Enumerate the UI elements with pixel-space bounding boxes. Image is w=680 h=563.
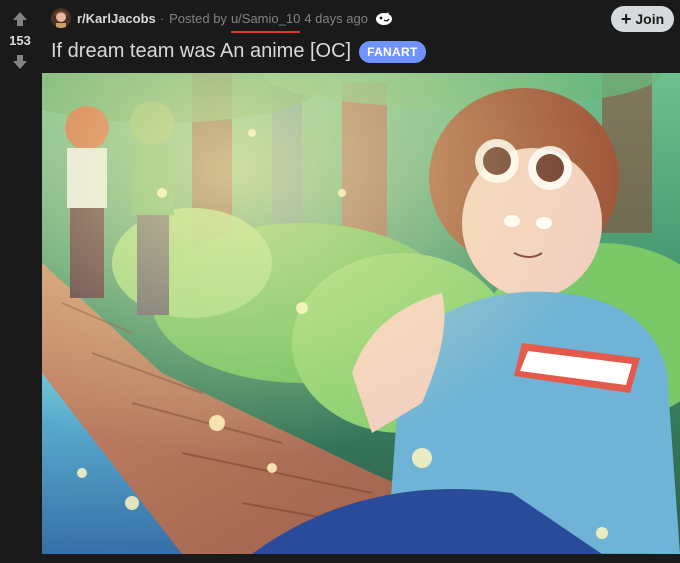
post-flair[interactable]: FANART bbox=[359, 40, 426, 63]
username-link[interactable]: u/Samio_10 bbox=[230, 11, 301, 33]
post-time: 4 days ago bbox=[304, 10, 368, 26]
vote-count: 153 bbox=[9, 33, 31, 48]
downvote-icon[interactable] bbox=[12, 54, 28, 70]
meta-separator: · bbox=[159, 10, 165, 26]
post-meta: r/KarlJacobs · Posted by u/Samio_10 4 da… bbox=[51, 7, 393, 33]
plus-icon: + bbox=[620, 9, 632, 29]
join-button-label: Join bbox=[635, 11, 665, 27]
subreddit-avatar-icon[interactable] bbox=[51, 8, 71, 28]
post-title-row: If dream team was An anime [OC] FANART bbox=[51, 40, 426, 63]
upvote-icon[interactable] bbox=[12, 11, 28, 27]
award-icon[interactable] bbox=[375, 9, 393, 27]
post-title[interactable]: If dream team was An anime [OC] bbox=[51, 40, 351, 63]
post-image[interactable] bbox=[42, 73, 680, 554]
posted-by-label: Posted by bbox=[169, 10, 227, 26]
subreddit-link[interactable]: r/KarlJacobs bbox=[77, 11, 156, 26]
join-button[interactable]: + Join bbox=[611, 6, 674, 32]
